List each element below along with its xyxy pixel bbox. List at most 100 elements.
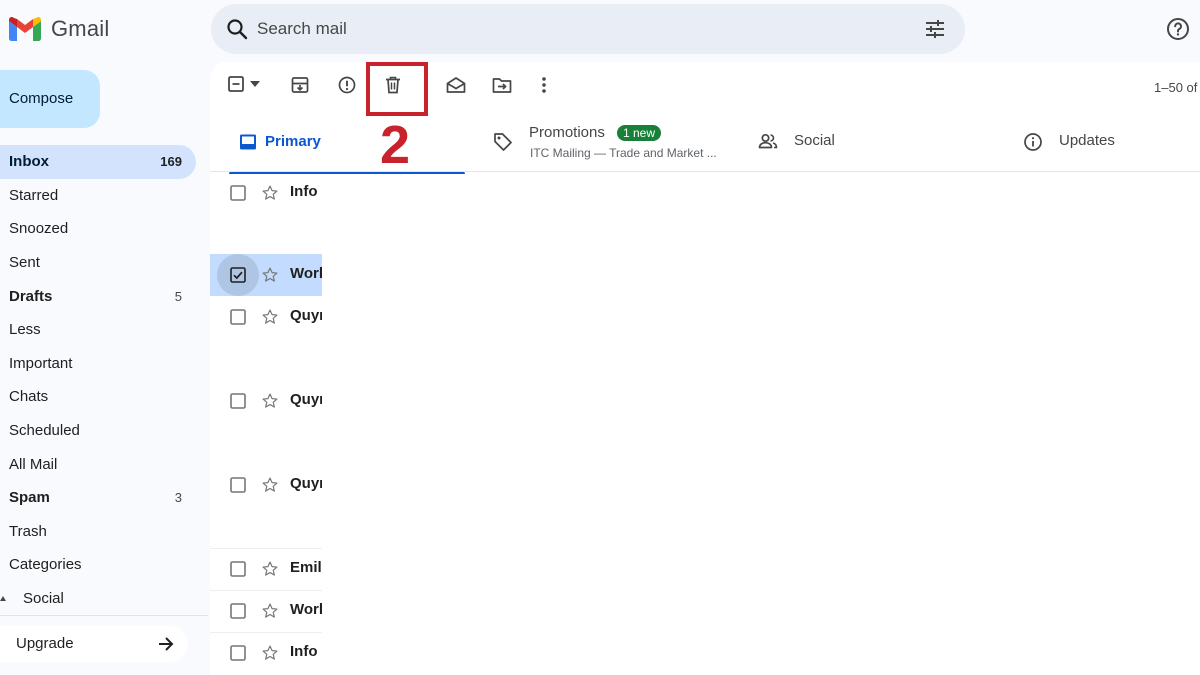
tab-updates[interactable]: Updates [1023, 120, 1200, 172]
row-checkbox-icon[interactable] [230, 393, 246, 409]
new-badge: 1 new [617, 125, 662, 141]
select-checkbox-icon[interactable] [228, 76, 244, 92]
email-row[interactable]: Info [210, 632, 322, 674]
sidebar-item-categories[interactable]: Categories [0, 548, 196, 582]
email-row[interactable]: Quynh [210, 296, 322, 380]
star-icon[interactable] [261, 602, 279, 620]
more-options-icon[interactable] [541, 76, 547, 94]
star-icon[interactable] [261, 560, 279, 578]
tab-primary[interactable]: Primary [229, 120, 465, 174]
tab-label: Promotions [529, 124, 605, 141]
star-icon[interactable] [261, 266, 279, 284]
search-bar[interactable]: Search mail [211, 4, 965, 54]
sidebar-item-label: All Mail [9, 455, 58, 473]
sidebar-item-label: Categories [9, 556, 82, 574]
search-input[interactable]: Search mail [257, 19, 347, 39]
drafts-count: 5 [174, 288, 182, 304]
chevron-down-icon[interactable] [250, 81, 260, 87]
sidebar-item-drafts[interactable]: Drafts 5 [0, 279, 196, 313]
mail-panel: 1–50 of 2 Primary Promotions 1 new ITC M… [210, 62, 1200, 675]
people-icon [758, 132, 778, 150]
email-row[interactable]: Info [210, 172, 322, 254]
sidebar-item-label: Inbox [9, 153, 49, 171]
sidebar-item-label: Less [9, 321, 41, 339]
row-checkbox-icon[interactable] [230, 309, 246, 325]
email-row[interactable]: Quynh [210, 464, 322, 548]
select-all-control[interactable] [228, 76, 260, 92]
star-icon[interactable] [261, 184, 279, 202]
tab-snippet: ITC Mailing — Trade and Market ... [530, 146, 717, 160]
sidebar-item-less[interactable]: Less [0, 313, 196, 347]
sidebar-nav: Inbox 169 Starred Snoozed Sent Drafts 5 … [0, 145, 196, 615]
tab-label: Updates [1059, 132, 1115, 149]
move-to-folder-icon[interactable] [492, 76, 512, 94]
star-icon[interactable] [261, 392, 279, 410]
row-checkbox-icon[interactable] [230, 185, 246, 201]
sidebar-item-important[interactable]: Important [0, 347, 196, 381]
upgrade-label: Upgrade [16, 635, 74, 652]
mark-as-read-icon[interactable] [446, 76, 466, 94]
tab-social[interactable]: Social [758, 120, 958, 172]
star-icon[interactable] [261, 476, 279, 494]
sidebar-item-social[interactable]: Social [0, 582, 196, 616]
annotation-highlight-box [366, 62, 428, 116]
email-sender: World [290, 601, 322, 618]
compose-label: Compose [9, 90, 74, 107]
info-icon [1023, 132, 1043, 152]
archive-icon[interactable] [291, 76, 309, 94]
sidebar-item-chats[interactable]: Chats [0, 380, 196, 414]
email-sender: Emily [290, 559, 322, 576]
sidebar-item-label: Drafts [9, 287, 53, 305]
sidebar-item-starred[interactable]: Starred [0, 179, 196, 213]
email-row[interactable]: Emily [210, 548, 322, 590]
tab-label: Primary [265, 133, 321, 150]
email-row-selected[interactable]: World [210, 254, 322, 296]
search-icon[interactable] [225, 17, 249, 41]
sidebar-item-all-mail[interactable]: All Mail [0, 447, 196, 481]
sidebar-item-label: Trash [9, 522, 47, 540]
star-icon[interactable] [261, 308, 279, 326]
report-spam-icon[interactable] [338, 76, 356, 94]
sidebar-item-inbox[interactable]: Inbox 169 [0, 145, 196, 179]
sidebar-item-snoozed[interactable]: Snoozed [0, 212, 196, 246]
email-sender: World [290, 265, 322, 282]
search-options-icon[interactable] [923, 17, 947, 41]
sidebar-item-label: Spam [9, 489, 50, 507]
sidebar-item-label: Sent [9, 254, 40, 272]
sidebar-item-trash[interactable]: Trash [0, 515, 196, 549]
email-row[interactable]: World [210, 590, 322, 632]
email-sender: Quynh [290, 391, 322, 408]
sidebar-item-label: Scheduled [9, 422, 80, 440]
tag-icon [493, 132, 513, 152]
email-sender: Quynh [290, 307, 322, 324]
app-name: Gmail [51, 16, 110, 41]
email-sender: Info [290, 643, 318, 660]
row-checkbox-icon[interactable] [230, 477, 246, 493]
sidebar-item-label: Important [9, 354, 73, 372]
sidebar-item-label: Social [23, 590, 64, 608]
row-checkbox-checked-icon[interactable] [230, 267, 246, 283]
spam-count: 3 [174, 490, 182, 506]
sidebar-item-label: Starred [9, 186, 59, 204]
arrow-right-icon [156, 634, 176, 654]
row-checkbox-icon[interactable] [230, 645, 246, 661]
sidebar-item-label: Chats [9, 388, 49, 406]
sidebar-item-spam[interactable]: Spam 3 [0, 481, 196, 515]
unread-count: 169 [160, 154, 182, 170]
email-row[interactable]: Quynh [210, 380, 322, 464]
tabs-divider [210, 171, 1200, 172]
gmail-m-icon [9, 17, 41, 41]
help-icon[interactable] [1166, 17, 1190, 41]
sidebar-item-label: Snoozed [9, 220, 69, 238]
tab-promotions[interactable]: Promotions 1 new ITC Mailing — Trade and… [493, 120, 733, 172]
row-checkbox-icon[interactable] [230, 561, 246, 577]
row-checkbox-icon[interactable] [230, 603, 246, 619]
star-icon[interactable] [261, 644, 279, 662]
email-sender: Quynh [290, 475, 322, 492]
upgrade-button[interactable]: Upgrade [0, 626, 188, 662]
sidebar-item-scheduled[interactable]: Scheduled [0, 414, 196, 448]
gmail-logo[interactable]: Gmail [9, 12, 109, 46]
sidebar-item-sent[interactable]: Sent [0, 246, 196, 280]
tab-label: Social [794, 132, 835, 149]
compose-button[interactable]: Compose [0, 70, 100, 128]
